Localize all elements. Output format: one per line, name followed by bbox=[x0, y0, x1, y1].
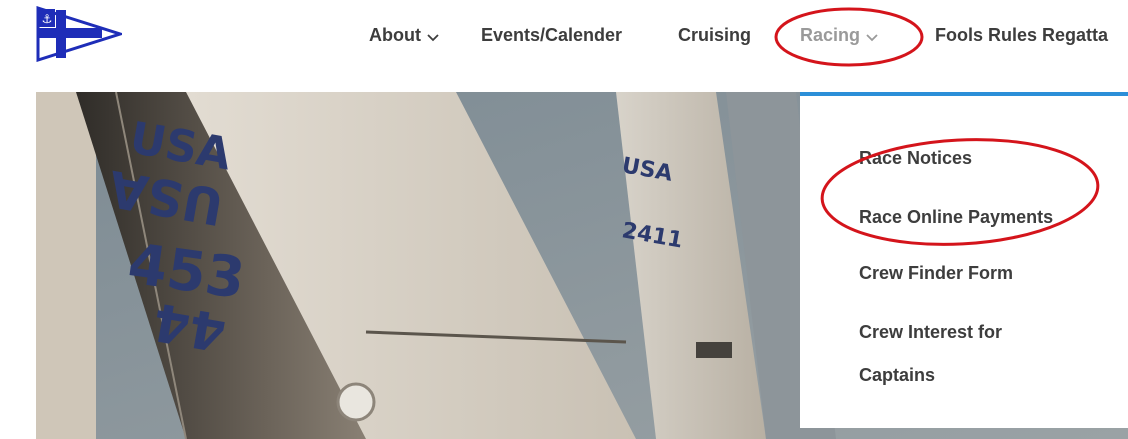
chevron-down-icon bbox=[427, 25, 439, 47]
menu-item-label: Captains bbox=[859, 365, 936, 385]
menu-item-crew-interest-for-captains[interactable]: Crew Interest for bbox=[859, 321, 1002, 343]
nav-events-calender[interactable]: Events/Calender bbox=[481, 24, 622, 46]
nav-fools-rules-label: Fools Rules Regatta bbox=[935, 25, 1109, 45]
menu-item-label: Race Notices bbox=[859, 148, 973, 168]
nav-about-label: About bbox=[369, 25, 421, 45]
racing-dropdown-menu: Race Notices Race Online Payments Crew F… bbox=[800, 92, 1128, 428]
menu-item-race-online-payments[interactable]: Race Online Payments bbox=[859, 206, 1053, 228]
nav-about[interactable]: About bbox=[369, 24, 439, 47]
menu-item-label: Race Online Payments bbox=[859, 207, 1054, 227]
nav-cruising[interactable]: Cruising bbox=[678, 24, 751, 46]
nav-fools-rules-regatta[interactable]: Fools Rules Regatta bbox=[935, 24, 1108, 46]
nav-racing[interactable]: Racing bbox=[800, 24, 878, 47]
menu-item-crew-finder-form[interactable]: Crew Finder Form bbox=[859, 262, 1013, 284]
menu-item-crew-interest-for-captains-line2[interactable]: Captains bbox=[859, 364, 935, 386]
menu-item-label: Crew Finder Form bbox=[859, 263, 1014, 283]
nav-racing-label: Racing bbox=[800, 25, 861, 45]
site-header: ⚓ About Events/Calender Cruising Racing … bbox=[0, 0, 1128, 92]
svg-text:⚓: ⚓ bbox=[42, 12, 53, 26]
nav-events-label: Events/Calender bbox=[481, 25, 623, 45]
menu-item-race-notices[interactable]: Race Notices bbox=[859, 147, 972, 169]
sail-number-text: 44 bbox=[149, 290, 231, 362]
chevron-down-icon bbox=[866, 25, 878, 47]
nav-cruising-label: Cruising bbox=[678, 25, 752, 45]
menu-item-label: Crew Interest for bbox=[859, 322, 1003, 342]
club-burgee-logo[interactable]: ⚓ bbox=[36, 6, 122, 62]
